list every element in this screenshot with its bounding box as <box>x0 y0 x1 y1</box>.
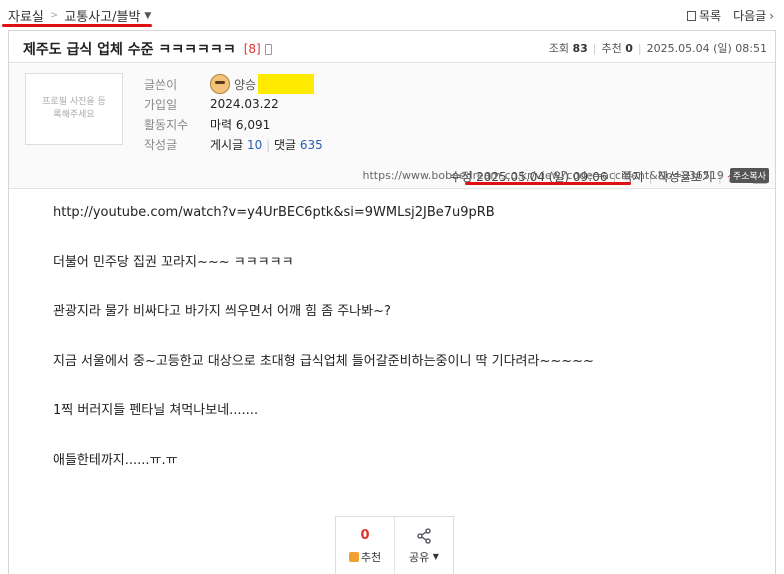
posts-label: 작성글 <box>144 137 178 152</box>
post-title: 제주도 급식 업체 수준 ㅋㅋㅋㅋㅋㅋ [8] <box>23 39 272 59</box>
breadcrumb-board[interactable]: 교통사고/블박 <box>64 6 140 25</box>
breadcrumb-separator: > <box>49 10 59 21</box>
list-label: 목록 <box>698 9 722 23</box>
author-rows: 글쓴이 양승 가입일 2024.03.22 활동지수 마력 6,091 작성글 … <box>144 74 323 154</box>
top-bar: 자료실 > 교통사고/블박 ▼ 목록 다음글 › <box>0 0 784 30</box>
post-title-text: 제주도 급식 업체 수준 ㅋㅋㅋㅋㅋㅋ <box>23 42 236 58</box>
annotation-underline <box>2 24 152 27</box>
recommend-label: 추천 <box>601 42 622 55</box>
list-button[interactable]: 목록 <box>686 7 722 24</box>
post-frame: 제주도 급식 업체 수준 ㅋㅋㅋㅋㅋㅋ [8] 조회 83 | 추천 0 | 2… <box>8 30 776 574</box>
posts-summary: 게시글 10 | 댓글 635 <box>210 136 323 153</box>
author-name[interactable]: 양승 <box>210 74 315 94</box>
recommend-text: 추천 <box>360 550 382 564</box>
row-author: 글쓴이 양승 <box>144 74 323 94</box>
avatar <box>210 74 230 94</box>
activity-value: 마력 6,091 <box>210 117 271 132</box>
post-content: http://youtube.com/watch?v=y4UrBEC6ptk&s… <box>53 205 594 502</box>
post-url: https://www.bobaedream.co.kr/view?code=a… <box>362 169 724 182</box>
recommend-button[interactable]: 0 추천 <box>336 517 394 574</box>
divider: | <box>637 41 642 55</box>
row-posts: 작성글 게시글 10 | 댓글 635 <box>144 134 323 154</box>
content-paragraph: 애들한테까지......ㅠ.ㅠ <box>53 452 178 468</box>
content-link[interactable]: http://youtube.com/watch?v=y4UrBEC6ptk&s… <box>53 205 594 255</box>
recommend-button-count: 0 <box>360 527 370 543</box>
title-bar: 제주도 급식 업체 수준 ㅋㅋㅋㅋㅋㅋ [8] 조회 83 | 추천 0 | 2… <box>9 31 775 63</box>
list-icon <box>686 11 696 21</box>
recommend-button-label: 추천 <box>348 549 382 565</box>
share-icon <box>417 527 431 544</box>
top-nav: 목록 다음글 › <box>686 7 774 24</box>
profile-photo: 프로필 사진을 등록해주세요 <box>25 73 123 145</box>
views-label: 조회 <box>548 42 569 55</box>
chevron-down-icon[interactable]: ▼ <box>144 11 151 21</box>
views-count: 83 <box>572 41 588 55</box>
post-action-buttons: 0 추천 공유 ▼ <box>335 516 454 574</box>
photo-placeholder: 프로필 사진을 등록해주세요 <box>42 97 106 120</box>
redaction-highlight <box>258 74 315 94</box>
copy-url-button[interactable]: 주소복사 <box>729 168 769 183</box>
chevron-right-icon: › <box>769 9 774 23</box>
comment-count[interactable]: [8] <box>244 42 261 56</box>
post-meta: 조회 83 | 추천 0 | 2025.05.04 (일) 08:51 <box>549 40 767 56</box>
posts-count[interactable]: 10 <box>247 138 262 152</box>
next-label: 다음글 <box>733 9 767 23</box>
author-label: 글쓴이 <box>144 77 178 92</box>
joined-label: 가입일 <box>144 97 178 112</box>
breadcrumb-home[interactable]: 자료실 <box>8 6 44 25</box>
next-post-button[interactable]: 다음글 › <box>733 7 774 24</box>
recommend-count: 0 <box>625 41 633 55</box>
joined-date: 2024.03.22 <box>210 97 279 111</box>
thumbs-up-icon <box>348 551 359 562</box>
activity-label: 활동지수 <box>144 117 189 132</box>
divider: | <box>592 41 597 55</box>
share-button-label: 공유 ▼ <box>409 549 439 565</box>
breadcrumb: 자료실 > 교통사고/블박 ▼ <box>8 6 151 25</box>
content-paragraph: 1찍 버러지들 펜타닐 쳐먹나보네....... <box>53 403 259 418</box>
row-joined: 가입일 2024.03.22 <box>144 94 323 114</box>
divider: | <box>266 137 271 152</box>
mobile-icon <box>264 43 272 55</box>
content-paragraph: 지금 서울에서 중~고등한교 대상으로 초대형 급식업체 들어갈준비하는중이니 … <box>53 353 594 369</box>
share-text: 공유 <box>409 550 430 564</box>
share-button[interactable]: 공유 ▼ <box>394 517 453 574</box>
replies-text: 댓글 <box>273 137 297 152</box>
content-paragraph: 관광지라 물가 비싸다고 바가지 씌우면서 어깨 힘 좀 주나봐~? <box>53 304 391 319</box>
row-activity: 활동지수 마력 6,091 <box>144 114 323 134</box>
content-paragraph: 더불어 민주당 집권 꼬라지~~~ ㅋㅋㅋㅋㅋ <box>53 254 294 270</box>
author-name-text: 양승 <box>234 77 257 92</box>
chevron-down-icon: ▼ <box>432 552 439 561</box>
post-url-bar: https://www.bobaedream.co.kr/view?code=a… <box>363 168 769 183</box>
post-date: 2025.05.04 (일) 08:51 <box>646 42 767 55</box>
posts-text: 게시글 <box>210 137 244 152</box>
replies-count[interactable]: 635 <box>300 138 323 152</box>
